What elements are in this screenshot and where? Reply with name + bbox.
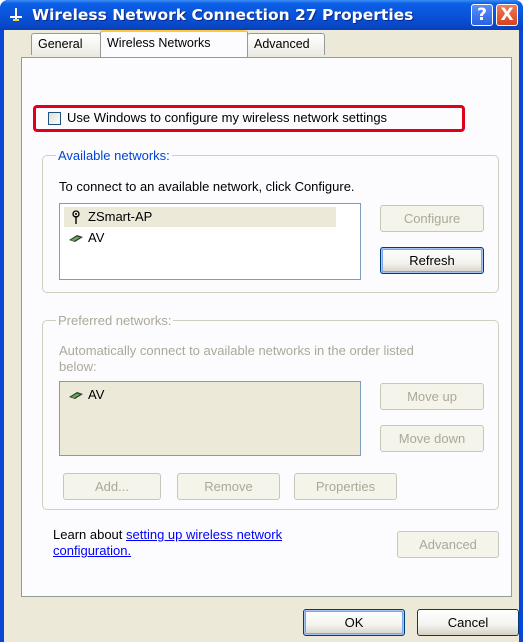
advanced-button[interactable]: Advanced xyxy=(397,531,499,558)
setup-help-link-line2[interactable]: configuration. xyxy=(53,543,131,558)
antenna-icon xyxy=(72,210,80,224)
ok-button[interactable]: OK xyxy=(303,609,405,636)
available-instruction: To connect to an available network, clic… xyxy=(59,179,355,194)
preferred-networks-list[interactable]: AV xyxy=(59,381,361,456)
title-bar[interactable]: Wireless Network Connection 27 Propertie… xyxy=(0,0,523,30)
preferred-instruction-line1: Automatically connect to available netwo… xyxy=(59,343,414,358)
adhoc-network-icon xyxy=(69,392,83,399)
properties-button[interactable]: Properties xyxy=(294,473,397,500)
network-name: ZSmart-AP xyxy=(88,209,153,224)
network-name: AV xyxy=(88,230,105,245)
move-down-button[interactable]: Move down xyxy=(380,425,484,452)
move-up-button[interactable]: Move up xyxy=(380,383,484,410)
use-windows-checkbox[interactable] xyxy=(48,112,61,125)
window-title: Wireless Network Connection 27 Propertie… xyxy=(32,6,414,24)
list-item[interactable]: AV xyxy=(64,385,104,405)
learn-about-text: Learn about setting up wireless network xyxy=(53,527,282,542)
adhoc-network-icon xyxy=(69,235,83,242)
configure-button[interactable]: Configure xyxy=(380,205,484,232)
remove-button[interactable]: Remove xyxy=(177,473,280,500)
preferred-networks-title: Preferred networks: xyxy=(56,313,174,328)
close-button[interactable]: X xyxy=(496,4,518,26)
setup-help-link[interactable]: setting up wireless network xyxy=(126,527,282,542)
use-windows-label[interactable]: Use Windows to configure my wireless net… xyxy=(67,110,387,125)
refresh-button[interactable]: Refresh xyxy=(380,247,484,274)
network-name: AV xyxy=(88,387,105,402)
properties-window: Wireless Network Connection 27 Propertie… xyxy=(0,0,523,642)
tab-general[interactable]: General xyxy=(31,33,101,55)
tab-wireless-networks[interactable]: Wireless Networks xyxy=(100,30,248,57)
preferred-instruction-line2: below: xyxy=(59,359,97,374)
list-item[interactable]: ZSmart-AP xyxy=(64,207,336,227)
learn-prefix: Learn about xyxy=(53,527,127,542)
list-item[interactable]: AV xyxy=(64,228,104,248)
network-connection-icon xyxy=(10,8,22,21)
add-button[interactable]: Add... xyxy=(63,473,161,500)
cancel-button[interactable]: Cancel xyxy=(417,609,519,636)
help-button[interactable]: ? xyxy=(471,4,493,26)
available-networks-title: Available networks: xyxy=(56,148,172,163)
available-networks-list[interactable]: ZSmart-AP AV xyxy=(59,203,361,280)
tab-advanced[interactable]: Advanced xyxy=(247,33,325,55)
